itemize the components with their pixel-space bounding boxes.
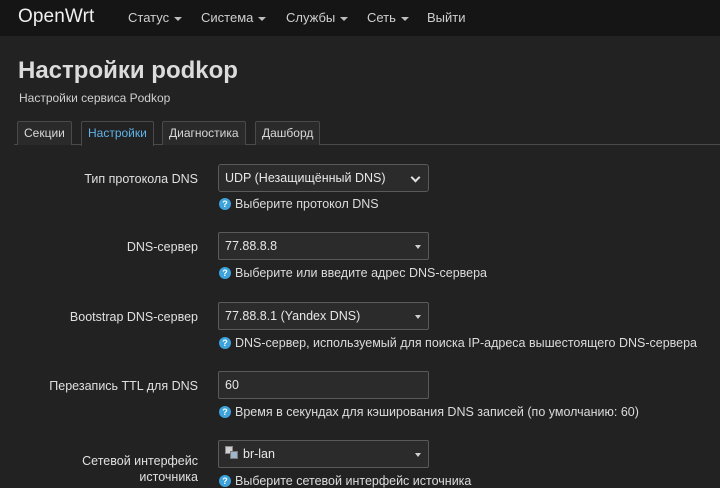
source-iface-value: br-lan [243, 447, 275, 461]
help-circle-icon: ? [219, 198, 231, 210]
dns-protocol-value: UDP (Незащищённый DNS) [225, 171, 386, 185]
dns-ttl-label: Перезапись TTL для DNS [49, 379, 198, 393]
bootstrap-dns-combobox[interactable]: 77.88.8.1 (Yandex DNS) [218, 302, 429, 330]
dropdown-arrow-icon[interactable] [415, 245, 421, 249]
bootstrap-dns-hint: ? DNS-сервер, используемый для поиска IP… [219, 336, 697, 350]
dns-ttl-input[interactable]: 60 [218, 371, 429, 399]
source-iface-label: Сетевой интерфейс источника [82, 454, 198, 484]
nav-menu-services[interactable]: Службы [286, 10, 349, 25]
bootstrap-dns-label: Bootstrap DNS-сервер [69, 310, 198, 324]
help-circle-icon: ? [219, 406, 231, 418]
dns-ttl-hint: ? Время в секундах для кэширования DNS з… [219, 405, 639, 419]
top-navbar: OpenWrt Статус Система Службы Сеть Выйти [0, 0, 720, 36]
caret-down-icon [400, 16, 409, 21]
help-circle-icon: ? [219, 475, 231, 487]
tab-settings[interactable]: Настройки [81, 121, 154, 146]
dns-protocol-select[interactable]: UDP (Незащищённый DNS) [218, 164, 429, 192]
chevron-down-icon [410, 172, 421, 183]
brand-logo[interactable]: OpenWrt [18, 6, 94, 28]
page-subtitle: Настройки сервиса Podkop [19, 91, 171, 105]
source-iface-hint: ? Выберите сетевой интерфейс источника [219, 474, 471, 488]
dns-server-combobox[interactable]: 77.88.8.8 [218, 232, 429, 260]
dropdown-arrow-icon[interactable] [415, 453, 421, 457]
dns-protocol-label: Тип протокола DNS [84, 172, 198, 186]
nav-menu-system[interactable]: Система [201, 10, 267, 25]
nav-menu-network[interactable]: Сеть [367, 10, 409, 25]
tab-sections[interactable]: Секции [17, 121, 72, 145]
nav-menu-status[interactable]: Статус [128, 10, 183, 25]
tab-diagnostics[interactable]: Диагностика [162, 121, 246, 145]
caret-down-icon [174, 16, 183, 21]
network-interface-icon [225, 446, 239, 460]
help-circle-icon: ? [219, 267, 231, 279]
dns-server-hint: ? Выберите или введите адрес DNS-сервера [219, 266, 487, 280]
dns-server-label: DNS-сервер [126, 240, 198, 254]
help-circle-icon: ? [219, 337, 231, 349]
bootstrap-dns-value: 77.88.8.1 (Yandex DNS) [225, 309, 361, 323]
dropdown-arrow-icon[interactable] [415, 315, 421, 319]
nav-logout[interactable]: Выйти [427, 10, 466, 25]
tab-dashboard[interactable]: Дашборд [255, 121, 321, 145]
dns-server-value: 77.88.8.8 [225, 239, 278, 253]
page-title: Настройки podkop [18, 57, 238, 84]
dns-protocol-hint: ? Выберите протокол DNS [219, 197, 379, 211]
caret-down-icon [340, 16, 349, 21]
source-iface-combobox[interactable]: br-lan [218, 440, 429, 468]
caret-down-icon [258, 16, 267, 21]
